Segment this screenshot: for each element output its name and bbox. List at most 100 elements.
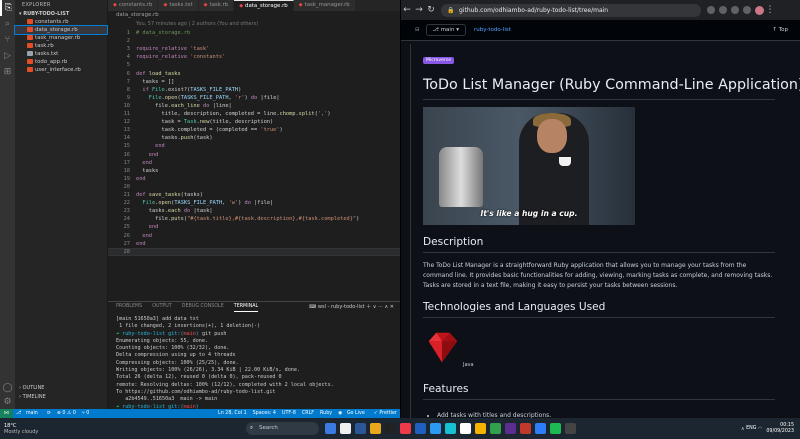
file-item[interactable]: user_interface.rb [15, 66, 107, 74]
branch-indicator[interactable]: ⎇ main [13, 409, 44, 418]
star-icon[interactable] [719, 6, 727, 14]
taskbar-app-icon[interactable] [415, 423, 426, 434]
indentation[interactable]: Spaces: 4 [250, 409, 279, 418]
line-number: 20 [123, 183, 130, 190]
branch-selector[interactable]: ⎇ main ▾ [425, 24, 466, 36]
ports-indicator[interactable]: ⑂ 0 [79, 409, 92, 418]
file-type-icon [27, 34, 33, 40]
top-button[interactable]: ↑ Top [772, 27, 788, 33]
file-type-icon [27, 66, 33, 72]
puzzle-icon[interactable] [743, 6, 751, 14]
profile-avatar[interactable] [755, 5, 764, 15]
prettier-indicator[interactable]: ✓ Prettier [371, 409, 400, 418]
terminal-panel[interactable]: PROBLEMS OUTPUT DEBUG CONSOLE TERMINAL ⌨ ws… [108, 301, 400, 410]
sync-button[interactable]: ⟳ [44, 409, 54, 418]
panel-tab-terminal[interactable]: TERMINAL [233, 302, 259, 312]
taskbar-app-icon[interactable] [460, 423, 471, 434]
line-number: 26 [123, 232, 130, 239]
taskbar-app-icon[interactable] [355, 423, 366, 434]
taskbar-search[interactable]: ⌕ Search [246, 422, 319, 435]
taskbar-app-icon[interactable] [565, 423, 576, 434]
browser-toolbar: ← → ↻ 🔒 github.com/odhiambo-ad/ruby-todo-… [401, 0, 800, 20]
ruby-gem-icon [428, 333, 458, 363]
taskbar-app-icon[interactable] [445, 423, 456, 434]
root-folder[interactable]: ▾ RUBY-TODO-LIST [15, 10, 107, 18]
outline-panel[interactable]: › OUTLINE [15, 384, 108, 392]
line-number: 17 [123, 159, 130, 166]
activity-bar: ⎘ ⌕ ⑂ ▷ ⊞ ◯ ⚙ [0, 0, 15, 418]
taskbar-app-icon[interactable] [325, 423, 336, 434]
run-icon[interactable]: ▷ [0, 48, 15, 64]
files-icon[interactable]: ⎘ [0, 0, 15, 16]
panel-tab-output[interactable]: OUTPUT [152, 302, 172, 312]
panel-tab-debug-console[interactable]: DEBUG CONSOLE [182, 302, 224, 312]
taskbar-app-icon[interactable] [430, 423, 441, 434]
timeline-panel[interactable]: › TIMELINE [15, 393, 108, 401]
tab-constants-rb[interactable]: ◆ constants.rb [108, 0, 159, 11]
address-bar[interactable]: 🔒 github.com/odhiambo-ad/ruby-todo-list/t… [441, 3, 701, 17]
file-item[interactable]: tasks.txt [15, 50, 107, 58]
tab-data-storage-rb[interactable]: ◆ data_storage.rb [234, 0, 294, 11]
tab-task-manager-rb[interactable]: ◆ task_manager.rb [293, 0, 356, 11]
line-number: 10 [123, 102, 130, 109]
taskbar-app-icon[interactable] [370, 423, 381, 434]
taskbar-app-icon[interactable] [535, 423, 546, 434]
line-number: 24 [123, 216, 130, 223]
clock[interactable]: 00:15 09/09/2023 [766, 423, 794, 435]
file-item[interactable]: data_storage.rb [14, 25, 108, 35]
line-number: 8 [126, 86, 130, 93]
line-number: 16 [123, 151, 130, 158]
tray-chevron-icon[interactable]: ∧ [741, 426, 745, 432]
extensions-icon[interactable]: ⊞ [0, 64, 15, 80]
code-editor[interactable]: You, 57 minutes ago | 2 authors (You and… [108, 19, 400, 301]
file-item[interactable]: task_manager.rb [15, 34, 107, 42]
back-icon[interactable]: ← [401, 5, 413, 15]
search-icon[interactable]: ⌕ [0, 16, 15, 32]
tab-tasks-txt[interactable]: ◆ tasks.txt [158, 0, 199, 11]
wifi-icon[interactable]: ◠ [758, 426, 762, 432]
reload-icon[interactable]: ↻ [425, 5, 437, 15]
taskbar-app-icon[interactable] [520, 423, 531, 434]
code-line: File.open(TASKS_FILE_PATH, 'w') do |file… [142, 200, 274, 207]
microverse-badge[interactable]: Microverse [423, 57, 455, 64]
tab-task-rb[interactable]: ◆ task.rb [198, 0, 235, 11]
breadcrumb[interactable]: data_storage.rb [108, 11, 400, 19]
terminal-instance[interactable]: ⌨ wsl - ruby-todo-list ＋ ∨ ⋯ ∧ ✕ [309, 303, 394, 310]
source-control-icon[interactable]: ⑂ [0, 32, 15, 48]
taskbar-app-icon[interactable] [475, 423, 486, 434]
settings-icon[interactable]: ⚙ [0, 394, 15, 410]
problems-indicator[interactable]: ⊗ 0 ⚠ 0 [54, 409, 79, 418]
panel-tab-problems[interactable]: PROBLEMS [116, 302, 142, 312]
encoding[interactable]: UTF-8 [279, 409, 299, 418]
file-item[interactable]: constants.rb [15, 18, 107, 26]
readme-title: ToDo List Manager (Ruby Command-Line App… [423, 77, 800, 100]
line-ending[interactable]: CRLF [299, 409, 317, 418]
file-item[interactable]: task.rb [15, 42, 107, 50]
menu-icon[interactable]: ⋮ [764, 5, 776, 15]
language-mode[interactable]: Ruby [317, 409, 335, 418]
taskbar-app-icon[interactable] [490, 423, 501, 434]
remote-indicator[interactable]: ⋈ [0, 409, 13, 418]
taskbar-app-icon[interactable] [340, 423, 351, 434]
explorer-sidebar: EXPLORER ▾ RUBY-TODO-LIST constants.rb da… [14, 0, 108, 409]
code-line: def save_tasks(tasks) [136, 192, 203, 198]
code-line: # data_storage.rb [136, 30, 191, 36]
weather-widget[interactable]: 18°C Mostly cloudy [0, 423, 80, 435]
taskbar-app-icon[interactable] [400, 423, 411, 434]
repo-link[interactable]: ruby-todo-list [474, 27, 511, 33]
taskbar-app-icon[interactable] [550, 423, 561, 434]
file-item[interactable]: todo_app.rb [15, 58, 107, 66]
taskbar-app-icon[interactable] [505, 423, 516, 434]
sidebar-toggle-icon[interactable]: ⊟ [415, 27, 420, 33]
go-live-button[interactable]: ◉ Go Live [335, 409, 371, 418]
language-indicator[interactable]: ENG [746, 426, 756, 431]
lock-icon: 🔒 [447, 6, 455, 14]
extension-icon[interactable] [731, 6, 739, 14]
forward-icon[interactable]: → [413, 5, 425, 15]
file-name: task_manager.rb [35, 35, 81, 41]
code-line: require_relative 'task' [136, 46, 210, 53]
taskbar-app-icon[interactable] [385, 423, 396, 434]
line-number: 22 [123, 200, 130, 207]
cursor-position[interactable]: Ln 28, Col 1 [215, 409, 250, 418]
share-icon[interactable] [707, 6, 715, 14]
